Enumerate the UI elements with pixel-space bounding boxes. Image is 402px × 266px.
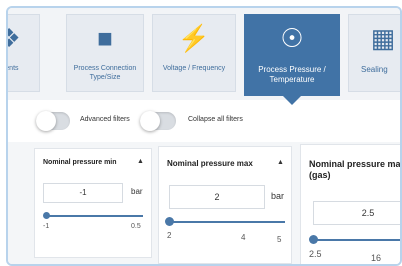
tree-icon: ❖ (8, 25, 21, 51)
collapse-caret-icon[interactable]: ▲ (277, 159, 284, 166)
pressure-max-gas-slider-thumb[interactable] (309, 235, 318, 244)
category-tab-strip: ❖ ...ents ■ Process Connection Type/Size… (6, 8, 400, 105)
slider-max-label: 5 (277, 235, 282, 244)
tab-label: Sealing (361, 65, 388, 74)
pressure-min-slider-track[interactable] (45, 215, 143, 217)
tab-process-connection[interactable]: ■ Process Connection Type/Size (66, 14, 144, 92)
tab-label: Process Connection Type/Size (73, 65, 137, 81)
slider-max-label: 0.5 (131, 223, 141, 230)
toggle-knob (36, 111, 56, 131)
advanced-filters-toggle[interactable] (36, 111, 70, 131)
pressure-max-input[interactable]: 2 (169, 185, 265, 209)
card-title: Nominal pressure max (167, 159, 253, 168)
viewport: ❖ ...ents ■ Process Connection Type/Size… (0, 0, 402, 266)
pressure-min-slider-thumb[interactable] (43, 212, 50, 219)
pipe-connection-icon: ■ (97, 23, 113, 53)
product-filter-panel: ❖ ...ents ■ Process Connection Type/Size… (6, 6, 402, 266)
tab-label: ...ents (6, 65, 19, 72)
unit-label: bar (271, 191, 285, 201)
pressure-min-input[interactable]: -1 (43, 183, 123, 203)
nominal-pressure-min-card: Nominal pressure min ▲ -1 bar -1 0.5 (34, 148, 152, 258)
slider-mid-label: 4 (241, 233, 246, 242)
pressure-max-slider-track[interactable] (169, 221, 285, 223)
slider-min-label: -1 (43, 223, 50, 230)
tab-voltage-frequency[interactable]: ⚡ Voltage / Frequency (152, 14, 236, 92)
tab-label: Process Pressure / Temperature (258, 65, 326, 84)
collapse-all-filters-label: Collapse all filters (188, 116, 243, 123)
tab-sealing[interactable]: ▦ Sealing (348, 14, 400, 92)
tab-process-pressure-temperature[interactable]: ☉ Process Pressure / Temperature (244, 14, 340, 105)
toggle-knob (140, 111, 160, 131)
card-title: Nominal pressure min (43, 159, 117, 166)
sealing-icon: ▦ (370, 23, 396, 53)
unit-label: bar (131, 187, 143, 196)
pressure-gauge-icon: ☉ (280, 23, 304, 53)
nominal-pressure-max-card: Nominal pressure max ▲ 2 bar 2 4 5 (158, 146, 292, 264)
nominal-pressure-max-gas-card: Nominal pressure ma (gas) 2.5 2.5 16 (300, 144, 401, 264)
slider-min-label: 2 (167, 231, 172, 240)
pressure-max-slider-thumb[interactable] (165, 217, 174, 226)
slider-mid-label: 16 (371, 253, 382, 263)
tab-elements[interactable]: ❖ ...ents (6, 14, 40, 92)
advanced-filters-label: Advanced filters (80, 116, 130, 123)
pressure-max-gas-slider-track[interactable] (315, 239, 400, 241)
tab-label: Voltage / Frequency (162, 65, 226, 72)
collapse-all-filters-toggle[interactable] (140, 111, 176, 131)
filter-cards-area: Nominal pressure min ▲ -1 bar -1 0.5 Nom… (8, 142, 401, 264)
lightning-icon: ⚡ (177, 23, 211, 53)
pressure-max-gas-input[interactable]: 2.5 (313, 201, 400, 225)
collapse-caret-icon[interactable]: ▲ (137, 158, 144, 165)
card-title: Nominal pressure ma (gas) (309, 159, 401, 180)
slider-min-label: 2.5 (309, 249, 322, 259)
